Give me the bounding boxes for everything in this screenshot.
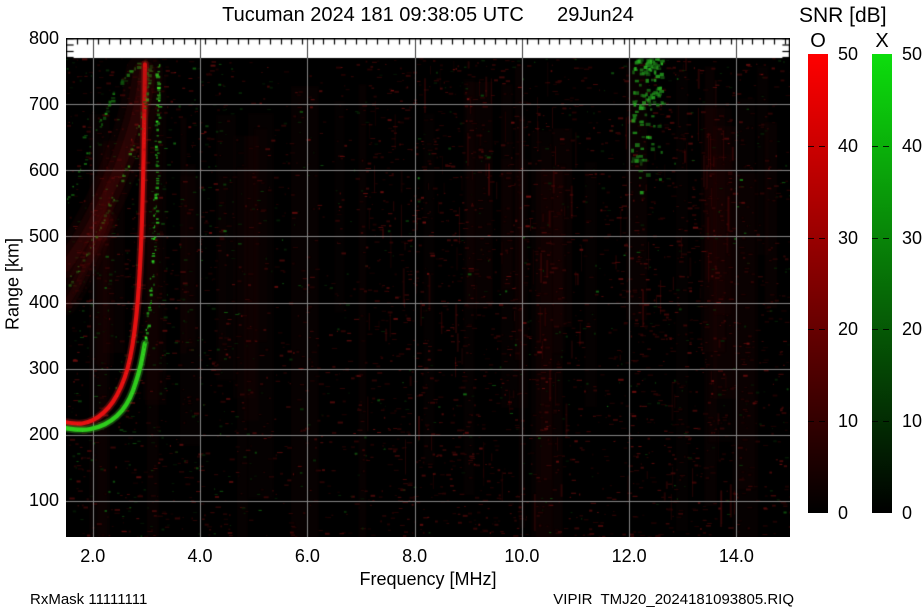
y-tick-label: 400 (0, 293, 59, 312)
y-tick-label: 100 (0, 491, 59, 510)
colorbar-tick-dash (883, 421, 889, 422)
page-title: Tucuman 2024 181 09:38:05 UTC 29Jun24 (66, 4, 790, 27)
colorbar-tick-label: 20 (838, 320, 872, 338)
x-tick-label: 6.0 (277, 546, 337, 567)
colorbar-tick-dash (819, 146, 825, 147)
colorbar-tick-label: 40 (902, 137, 922, 155)
x-tick-label: 2.0 (63, 546, 123, 567)
colorbar-tick-dash (872, 421, 878, 422)
x-tick-label: 14.0 (706, 546, 766, 567)
x-tick-label: 12.0 (599, 546, 659, 567)
footer-rxmask: RxMask 11111111 (30, 591, 147, 608)
y-tick-label: 600 (0, 161, 59, 180)
colorbar-o-label: O (808, 30, 828, 53)
colorbar-tick-dash (808, 146, 814, 147)
x-tick-label: 4.0 (170, 546, 230, 567)
y-tick-label: 500 (0, 227, 59, 246)
x-axis-title: Frequency [MHz] (66, 569, 790, 590)
footer-filename: VIPIR TMJ20_2024181093805.RIQ (553, 591, 794, 608)
y-tick-label: 800 (0, 29, 59, 48)
colorbar-tick-label: 50 (838, 45, 872, 63)
colorbar-tick-dash (819, 329, 825, 330)
colorbar-tick-dash (883, 146, 889, 147)
snr-colorbar-title: SNR [dB] (799, 4, 887, 28)
y-tick-label: 200 (0, 425, 59, 444)
colorbar-o (808, 54, 828, 513)
colorbar-tick-label: 0 (838, 504, 872, 522)
colorbar-tick-label: 40 (838, 137, 872, 155)
colorbar-tick-label: 50 (902, 45, 922, 63)
colorbar-x (872, 54, 892, 513)
colorbar-tick-dash (819, 238, 825, 239)
colorbar-tick-dash (808, 329, 814, 330)
y-axis-title: Range [km] (3, 238, 24, 330)
colorbar-x-label: X (872, 30, 892, 53)
colorbar-tick-dash (872, 329, 878, 330)
colorbar-tick-dash (808, 238, 814, 239)
colorbar-tick-label: 0 (902, 504, 922, 522)
colorbar-tick-label: 30 (838, 229, 872, 247)
x-tick-label: 8.0 (385, 546, 445, 567)
colorbar-tick-label: 20 (902, 320, 922, 338)
y-tick-label: 300 (0, 359, 59, 378)
colorbar-tick-label: 30 (902, 229, 922, 247)
colorbar-tick-dash (872, 238, 878, 239)
colorbar-tick-dash (883, 329, 889, 330)
colorbar-tick-dash (819, 421, 825, 422)
colorbar-tick-label: 10 (838, 412, 872, 430)
colorbar-tick-label: 10 (902, 412, 922, 430)
y-tick-label: 700 (0, 95, 59, 114)
x-tick-label: 10.0 (492, 546, 552, 567)
colorbar-tick-dash (883, 238, 889, 239)
colorbar-tick-dash (872, 146, 878, 147)
ionogram-canvas (66, 38, 790, 537)
colorbar-tick-dash (808, 421, 814, 422)
